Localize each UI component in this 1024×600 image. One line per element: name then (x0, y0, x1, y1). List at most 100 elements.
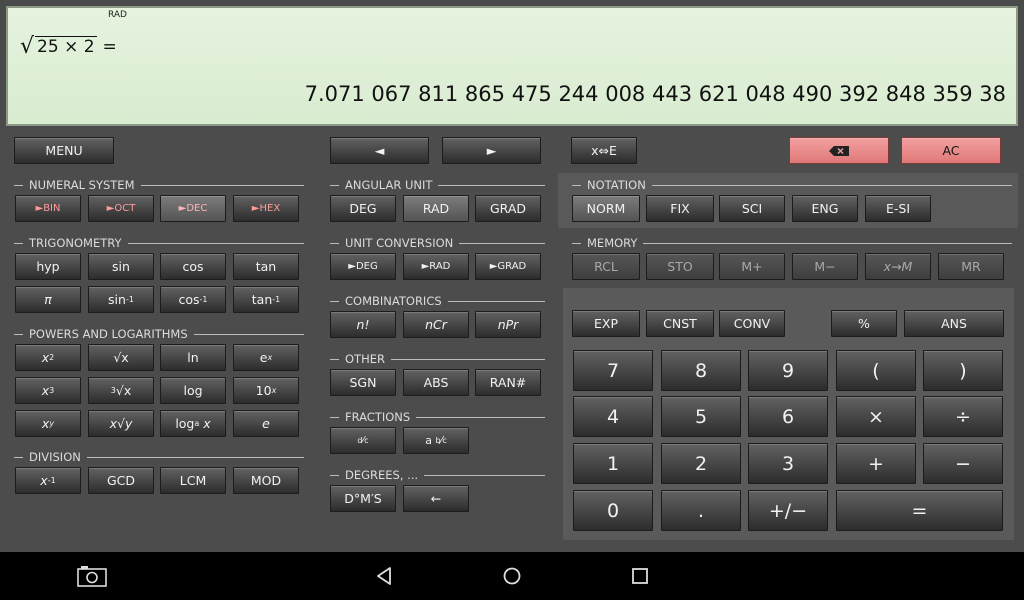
menu-button[interactable]: MENU (14, 137, 114, 164)
square-button[interactable]: x2 (15, 344, 81, 371)
log-base-button[interactable]: log a x (160, 410, 226, 437)
expression: √ 25 × 2 = (20, 34, 117, 59)
calculator-display: RAD √ 25 × 2 = 7.071 067 811 865 475 244… (6, 6, 1018, 126)
cos-button[interactable]: cos (160, 253, 226, 280)
keypad: MENU ◄ ► x⇔E AC NUMERAL SYSTEM ANGULAR U… (0, 128, 1024, 552)
ncr-button[interactable]: nCr (403, 311, 469, 338)
exp-e-button[interactable]: ex (233, 344, 299, 371)
section-degrees: DEGREES, ... (330, 468, 545, 482)
sin-button[interactable]: sin (88, 253, 154, 280)
yth-root-button[interactable]: x√y (88, 410, 154, 437)
arctan-button[interactable]: tan -1 (233, 286, 299, 313)
angle-grad-button[interactable]: GRAD (475, 195, 541, 222)
digit-3-button[interactable]: 3 (748, 443, 828, 484)
to-dec-button[interactable]: ►DEC (160, 195, 226, 222)
open-paren-button[interactable]: ( (836, 350, 916, 391)
digit-9-button[interactable]: 9 (748, 350, 828, 391)
section-numeral-system: NUMERAL SYSTEM (14, 178, 304, 192)
multiply-button[interactable]: × (836, 396, 916, 437)
cube-button[interactable]: x3 (15, 377, 81, 404)
digit-5-button[interactable]: 5 (661, 396, 741, 437)
decimal-point-button[interactable]: . (661, 490, 741, 531)
notation-eng-button[interactable]: ENG (792, 195, 858, 222)
section-angular-unit: ANGULAR UNIT (330, 178, 545, 192)
answer-button[interactable]: ANS (904, 310, 1004, 337)
conversion-button[interactable]: CONV (719, 310, 785, 337)
dms-button[interactable]: D°M′S (330, 485, 396, 512)
hyp-button[interactable]: hyp (15, 253, 81, 280)
notation-sci-button[interactable]: SCI (719, 195, 785, 222)
digit-4-button[interactable]: 4 (573, 396, 653, 437)
exp-button[interactable]: EXP (572, 310, 640, 337)
pi-button[interactable]: π (15, 286, 81, 313)
minus-button[interactable]: − (923, 443, 1003, 484)
convert-rad-button[interactable]: ►RAD (403, 253, 469, 280)
digit-7-button[interactable]: 7 (573, 350, 653, 391)
dms-reverse-button[interactable]: ← (403, 485, 469, 512)
notation-norm-button[interactable]: NORM (572, 195, 640, 222)
digit-0-button[interactable]: 0 (573, 490, 653, 531)
ln-button[interactable]: ln (160, 344, 226, 371)
tan-button[interactable]: tan (233, 253, 299, 280)
npr-button[interactable]: nPr (475, 311, 541, 338)
arccos-button[interactable]: cos -1 (160, 286, 226, 313)
divide-button[interactable]: ÷ (923, 396, 1003, 437)
cursor-right-button[interactable]: ► (442, 137, 541, 164)
power-button[interactable]: xy (15, 410, 81, 437)
backspace-icon (829, 145, 849, 156)
random-number-button[interactable]: RAN# (475, 369, 541, 396)
notation-esi-button[interactable]: E-SI (865, 195, 931, 222)
arcsin-button[interactable]: sin -1 (88, 286, 154, 313)
home-icon[interactable] (502, 566, 522, 586)
digit-6-button[interactable]: 6 (748, 396, 828, 437)
backspace-button[interactable] (789, 137, 889, 164)
digit-1-button[interactable]: 1 (573, 443, 653, 484)
angle-rad-button[interactable]: RAD (403, 195, 469, 222)
log-button[interactable]: log (160, 377, 226, 404)
sqrt-button[interactable]: √x (88, 344, 154, 371)
lcm-button[interactable]: LCM (160, 467, 226, 494)
factorial-button[interactable]: n! (330, 311, 396, 338)
cursor-left-button[interactable]: ◄ (330, 137, 429, 164)
plus-button[interactable]: + (836, 443, 916, 484)
memory-add-button[interactable]: M+ (719, 253, 785, 280)
to-oct-button[interactable]: ►OCT (88, 195, 154, 222)
sign-toggle-button[interactable]: +/− (748, 490, 828, 531)
gcd-button[interactable]: GCD (88, 467, 154, 494)
memory-recall-button[interactable]: RCL (572, 253, 640, 280)
convert-grad-button[interactable]: ►GRAD (475, 253, 541, 280)
close-paren-button[interactable]: ) (923, 350, 1003, 391)
x-e-toggle-button[interactable]: x⇔E (571, 137, 637, 164)
to-bin-button[interactable]: ►BIN (15, 195, 81, 222)
section-powers-logarithms: POWERS AND LOGARITHMS (14, 327, 304, 341)
to-hex-button[interactable]: ►HEX (233, 195, 299, 222)
section-division: DIVISION (14, 450, 304, 464)
convert-deg-button[interactable]: ►DEG (330, 253, 396, 280)
digit-8-button[interactable]: 8 (661, 350, 741, 391)
back-icon[interactable] (374, 566, 394, 586)
sign-function-button[interactable]: SGN (330, 369, 396, 396)
recent-apps-icon[interactable] (631, 567, 649, 585)
memory-read-button[interactable]: MR (938, 253, 1004, 280)
screenshot-camera-icon[interactable] (77, 565, 107, 587)
modulo-button[interactable]: MOD (233, 467, 299, 494)
cube-root-button[interactable]: 3 √x (88, 377, 154, 404)
x-to-memory-button[interactable]: x→M (865, 253, 931, 280)
sqrt-symbol: √ (20, 34, 35, 59)
memory-store-button[interactable]: STO (646, 253, 714, 280)
improper-fraction-button[interactable]: d ⁄ c (330, 427, 396, 454)
notation-fix-button[interactable]: FIX (646, 195, 714, 222)
memory-subtract-button[interactable]: M− (792, 253, 858, 280)
digit-2-button[interactable]: 2 (661, 443, 741, 484)
reciprocal-button[interactable]: x -1 (15, 467, 81, 494)
mixed-fraction-button[interactable]: a b ⁄ c (403, 427, 469, 454)
absolute-value-button[interactable]: ABS (403, 369, 469, 396)
all-clear-button[interactable]: AC (901, 137, 1001, 164)
ten-power-button[interactable]: 10 x (233, 377, 299, 404)
angle-deg-button[interactable]: DEG (330, 195, 396, 222)
euler-constant-button[interactable]: e (233, 410, 299, 437)
section-trigonometry: TRIGONOMETRY (14, 236, 304, 250)
equals-button[interactable]: = (836, 490, 1003, 531)
constants-button[interactable]: CNST (646, 310, 714, 337)
percent-button[interactable]: % (831, 310, 897, 337)
